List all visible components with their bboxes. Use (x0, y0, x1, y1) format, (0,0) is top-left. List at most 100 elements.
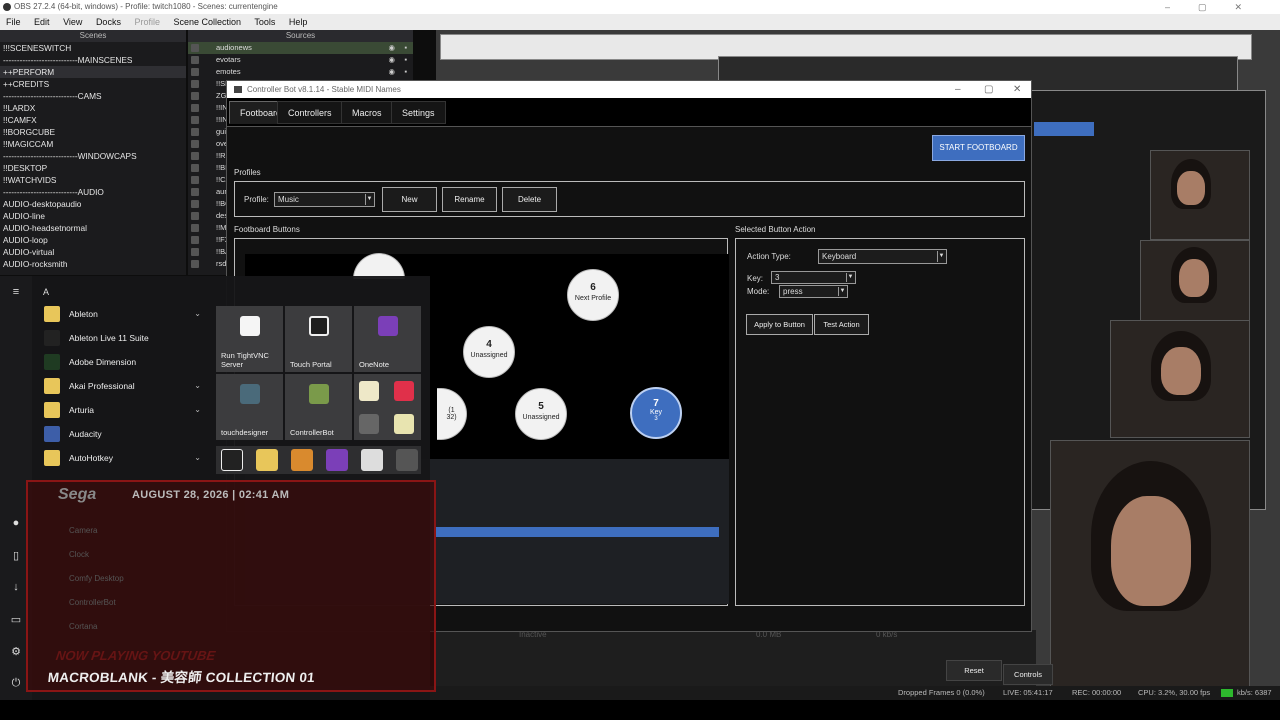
scene-item[interactable]: !!LARDX (0, 102, 186, 114)
footboard-button-7[interactable]: 7 Key 3 (630, 387, 682, 439)
app-list-item[interactable]: AutoHotkey ⌄ (40, 447, 205, 469)
scene-item[interactable]: ++CREDITS (0, 78, 186, 90)
tab-settings[interactable]: Settings (391, 101, 446, 124)
tile-run-tightvnc-server[interactable]: Run TightVNC Server (216, 306, 283, 372)
footboard-button-6[interactable]: 6 Next Profile (567, 269, 619, 321)
scene-item[interactable]: AUDIO-loop (0, 234, 186, 246)
profile-select[interactable]: Music ▼ (274, 192, 375, 207)
scene-item[interactable]: ---------------------------WINDOWCAPS (0, 150, 186, 162)
user-icon[interactable]: ● (9, 517, 23, 531)
delete-profile-button[interactable]: Delete (502, 187, 557, 212)
tile-controllerbot[interactable]: ControllerBot (285, 374, 352, 440)
scene-item[interactable]: !!MAGICCAM (0, 138, 186, 150)
lock-icon[interactable]: ▪ (404, 54, 407, 66)
app-icon[interactable] (359, 414, 379, 434)
start-footboard-button[interactable]: START FOOTBOARD (932, 135, 1025, 161)
source-type-icon (191, 128, 199, 136)
app-label: Audacity (69, 429, 102, 439)
new-profile-button[interactable]: New (382, 187, 437, 212)
footboard-button-partial-left[interactable]: (1 32) (437, 388, 467, 440)
menu-tools[interactable]: Tools (254, 17, 275, 27)
scene-item[interactable]: !!BORGCUBE (0, 126, 186, 138)
scene-item[interactable]: !!WATCHVIDS (0, 174, 186, 186)
mode-select[interactable]: press ▼ (779, 285, 848, 298)
eye-icon[interactable]: ◉ (388, 42, 395, 54)
gear-icon[interactable] (396, 449, 418, 471)
tab-controllers[interactable]: Controllers (277, 101, 343, 124)
scene-item[interactable]: AUDIO-virtual (0, 246, 186, 258)
controls-button[interactable]: Controls (1003, 664, 1053, 685)
app-icon[interactable] (326, 449, 348, 471)
shield-icon[interactable] (291, 449, 313, 471)
document-icon[interactable]: ▯ (9, 549, 23, 563)
chevron-down-icon[interactable]: ⌄ (194, 399, 201, 421)
scene-item[interactable]: !!CAMFX (0, 114, 186, 126)
source-item[interactable]: evotars ◉ ▪ (188, 54, 413, 66)
scene-item[interactable]: !!!SCENESWITCH (0, 42, 186, 54)
scene-item[interactable]: AUDIO-rocksmith (0, 258, 186, 270)
folder-icon[interactable] (256, 449, 278, 471)
maximize-icon[interactable]: ▢ (984, 81, 993, 98)
action-type-select[interactable]: Keyboard ▼ (818, 249, 947, 264)
test-action-button[interactable]: Test Action (814, 314, 869, 335)
source-item[interactable]: emotes ◉ ▪ (188, 66, 413, 78)
app-list-item[interactable]: Audacity (40, 423, 205, 445)
footboard-button-5[interactable]: 5 Unassigned (515, 388, 567, 440)
download-icon[interactable]: ↓ (9, 581, 23, 595)
hamburger-icon[interactable]: ≡ (9, 286, 23, 300)
tile-touch-portal[interactable]: Touch Portal (285, 306, 352, 372)
close-icon[interactable]: ✕ (1013, 81, 1021, 98)
profile-select-value: Music (278, 195, 299, 204)
tile-touchdesigner[interactable]: touchdesigner (216, 374, 283, 440)
power-icon[interactable]: ⏻ (9, 677, 23, 691)
app-list-item[interactable]: Adobe Dimension (40, 351, 205, 373)
scene-item[interactable]: AUDIO-headsetnormal (0, 222, 186, 234)
app-icon[interactable] (394, 414, 414, 434)
scene-item[interactable]: !!DESKTOP (0, 162, 186, 174)
gear-icon[interactable]: ⚙ (9, 645, 23, 659)
menu-help[interactable]: Help (289, 17, 308, 27)
rename-profile-button[interactable]: Rename (442, 187, 497, 212)
lock-icon[interactable]: ▪ (404, 42, 407, 54)
scene-item[interactable]: ---------------------------AUDIO (0, 186, 186, 198)
app-icon (44, 354, 60, 370)
scene-item[interactable]: ++PERFORM (0, 66, 186, 78)
app-icon[interactable] (361, 449, 383, 471)
app-icon[interactable] (221, 449, 243, 471)
source-item[interactable]: audionews ◉ ▪ (188, 42, 413, 54)
menu-docks[interactable]: Docks (96, 17, 121, 27)
scene-item[interactable]: AUDIO-line (0, 210, 186, 222)
window-controls[interactable]: –▢✕ (1165, 0, 1270, 14)
footboard-button-4[interactable]: 4 Unassigned (463, 326, 515, 378)
lock-icon[interactable]: ▪ (404, 66, 407, 78)
app-list-item[interactable]: Akai Professional ⌄ (40, 375, 205, 397)
reset-button[interactable]: Reset (946, 660, 1002, 681)
menu-file[interactable]: File (6, 17, 21, 27)
record-icon[interactable] (394, 381, 414, 401)
menu-view[interactable]: View (63, 17, 82, 27)
tile-onenote[interactable]: OneNote (354, 306, 421, 372)
menu-scene-collection[interactable]: Scene Collection (174, 17, 242, 27)
scene-item[interactable]: ---------------------------MAINSCENES (0, 54, 186, 66)
scene-item[interactable]: AUDIO-desktopaudio (0, 198, 186, 210)
footboard-button-number: 6 (590, 282, 596, 293)
app-list-item[interactable]: Ableton ⌄ (40, 303, 205, 325)
chevron-down-icon[interactable]: ⌄ (194, 447, 201, 469)
video-icon[interactable]: ▭ (9, 613, 23, 627)
minimize-icon[interactable]: – (955, 81, 961, 98)
eye-icon[interactable]: ◉ (388, 66, 395, 78)
app-list-item[interactable]: Arturia ⌄ (40, 399, 205, 421)
app-list-item[interactable]: Ableton Live 11 Suite (40, 327, 205, 349)
menu-edit[interactable]: Edit (34, 17, 50, 27)
chevron-down-icon[interactable]: ⌄ (194, 303, 201, 325)
dropped-frames: Dropped Frames 0 (0.0%) (898, 688, 985, 697)
key-select[interactable]: 3 ▼ (771, 271, 856, 284)
eye-icon[interactable]: ◉ (388, 54, 395, 66)
tab-macros[interactable]: Macros (341, 101, 393, 124)
chevron-down-icon[interactable]: ⌄ (194, 375, 201, 397)
letter-header[interactable]: A (43, 287, 49, 297)
apply-to-button[interactable]: Apply to Button (746, 314, 813, 335)
scene-item[interactable]: ---------------------------CAMS (0, 90, 186, 102)
menu-profile[interactable]: Profile (134, 17, 160, 27)
notepad-icon[interactable] (359, 381, 379, 401)
